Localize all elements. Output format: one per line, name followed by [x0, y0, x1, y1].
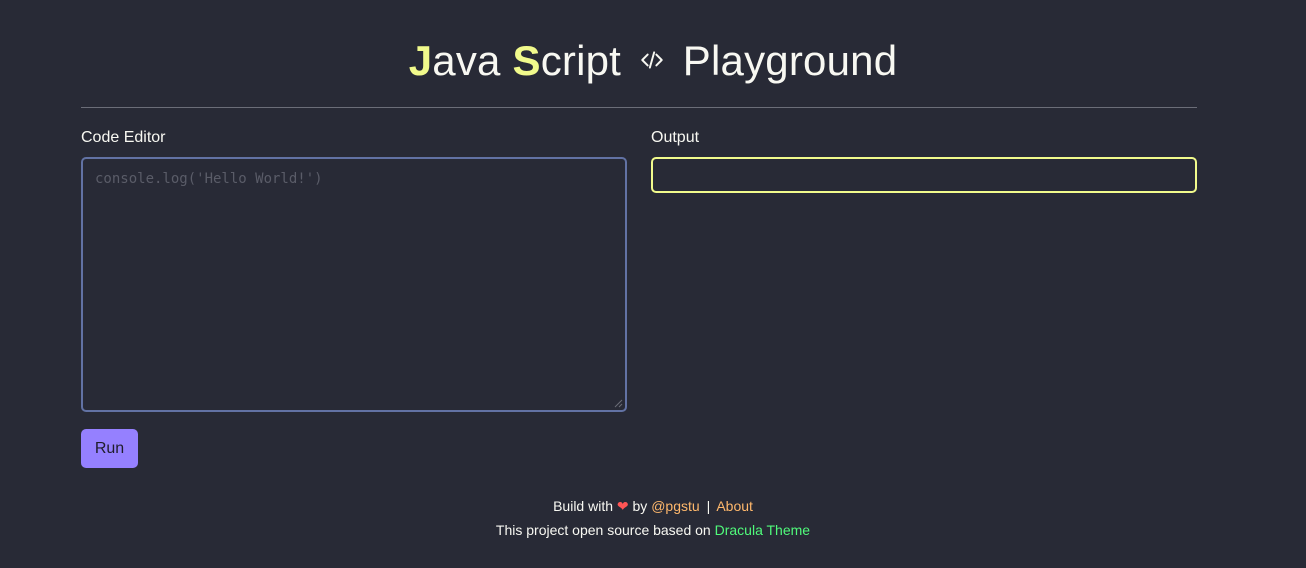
- run-button[interactable]: Run: [81, 429, 138, 468]
- author-link[interactable]: @pgstu: [651, 498, 699, 514]
- header-divider: [81, 107, 1197, 108]
- title-letter-j: J: [408, 37, 433, 84]
- footer-open-source: This project open source based on Dracul…: [0, 521, 1306, 539]
- footer-build-with: Build with: [553, 498, 613, 514]
- dracula-theme-link[interactable]: Dracula Theme: [715, 522, 810, 538]
- footer-open-source-text: This project open source based on: [495, 522, 711, 538]
- code-editor-input[interactable]: [95, 169, 613, 400]
- page-title: Java Script Playground: [0, 34, 1306, 88]
- title-ava: ava: [432, 37, 513, 84]
- title-cript: cript: [540, 37, 622, 84]
- title-playground: Playground: [682, 37, 898, 84]
- heart-icon: ❤: [616, 498, 629, 514]
- code-editor-frame: [81, 157, 627, 412]
- title-letter-s: S: [512, 37, 541, 84]
- playground-page: Java Script Playground Code Editor Outpu…: [0, 0, 1306, 568]
- code-icon: [641, 51, 663, 69]
- output-box: [651, 157, 1197, 193]
- resize-handle-icon[interactable]: [613, 398, 623, 408]
- footer-separator: |: [706, 498, 711, 514]
- output-label: Output: [651, 129, 700, 146]
- about-link[interactable]: About: [716, 498, 753, 514]
- code-editor-label: Code Editor: [81, 129, 166, 146]
- footer-credits: Build with ❤ by @pgstu | About: [0, 497, 1306, 515]
- footer-by: by: [632, 498, 648, 514]
